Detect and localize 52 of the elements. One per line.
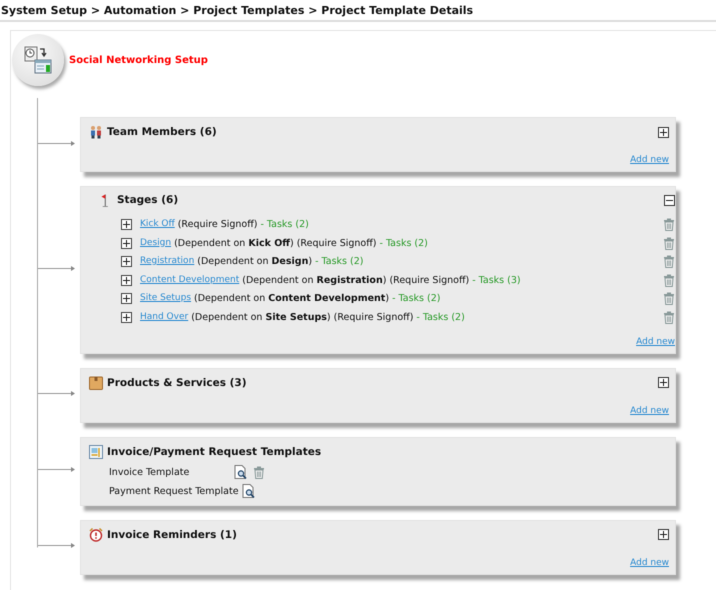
stage-link[interactable]: Content Development	[140, 274, 240, 286]
add-new-link[interactable]: Add new	[630, 558, 669, 568]
tasks-count: - Tasks (3)	[472, 274, 521, 286]
section-title: Team Members (6)	[107, 126, 217, 138]
stage-link[interactable]: Design	[140, 238, 172, 248]
template-name: Invoice Template	[109, 466, 190, 478]
tasks-count: - Tasks (2)	[392, 293, 440, 304]
preview-icon[interactable]	[242, 484, 255, 498]
stage-link[interactable]: Kick Off	[140, 219, 175, 230]
people-icon	[89, 125, 103, 139]
alarm-clock-icon	[89, 528, 103, 542]
expand-icon[interactable]	[121, 256, 132, 267]
stage-detail: (Dependent on Design)	[197, 256, 312, 267]
add-new-link[interactable]: Add new	[636, 336, 675, 346]
connector-arrow	[38, 140, 76, 146]
expand-icon[interactable]	[658, 529, 669, 540]
stage-detail: (Require Signoff)	[178, 219, 258, 230]
expand-icon[interactable]	[658, 377, 669, 388]
connector-arrow	[38, 542, 76, 549]
collapse-icon[interactable]	[664, 194, 675, 206]
stage-detail: (Dependent on Content Development)	[194, 293, 390, 304]
section-title: Stages (6)	[117, 194, 178, 206]
section-title: Products & Services (3)	[107, 376, 246, 388]
connector-arrow	[38, 264, 76, 272]
breadcrumb: System Setup > Automation > Project Templates > Project Template Details	[0, 0, 716, 22]
preview-icon[interactable]	[234, 465, 247, 479]
add-new-link[interactable]: Add new	[630, 406, 669, 416]
connector-arrow	[38, 390, 76, 397]
stage-link[interactable]: Site Setups	[140, 293, 192, 304]
template-title: Social Networking Setup	[69, 54, 208, 66]
expand-icon[interactable]	[121, 293, 132, 304]
stage-link[interactable]: Hand Over	[140, 312, 188, 322]
connector-arrow	[38, 466, 76, 473]
stage-detail: (Dependent on Registration) (Require Signoff)	[242, 274, 470, 286]
expand-icon[interactable]	[121, 312, 132, 322]
expand-icon[interactable]	[121, 219, 132, 230]
tasks-count: - Tasks (2)	[315, 256, 364, 267]
document-icon	[89, 444, 103, 458]
add-new-link[interactable]: Add new	[630, 155, 669, 165]
stage-detail: (Dependent on Site Setups) (Require Signoff)	[191, 312, 414, 322]
stage-link[interactable]: Registration	[140, 256, 194, 267]
stage-detail: (Dependent on Kick Off) (Require Signoff)	[174, 238, 376, 248]
tasks-count: - Tasks (2)	[416, 312, 465, 322]
expand-icon[interactable]	[121, 274, 132, 286]
expand-icon[interactable]	[121, 238, 132, 248]
template-name: Payment Request Template	[109, 486, 239, 496]
box-icon	[89, 376, 103, 390]
section-title: Invoice Reminders (1)	[107, 528, 237, 540]
section-title: Invoice/Payment Request Templates	[107, 446, 322, 458]
expand-icon[interactable]	[658, 126, 669, 138]
tasks-count: - Tasks (2)	[260, 219, 309, 230]
tasks-count: - Tasks (2)	[380, 238, 428, 248]
